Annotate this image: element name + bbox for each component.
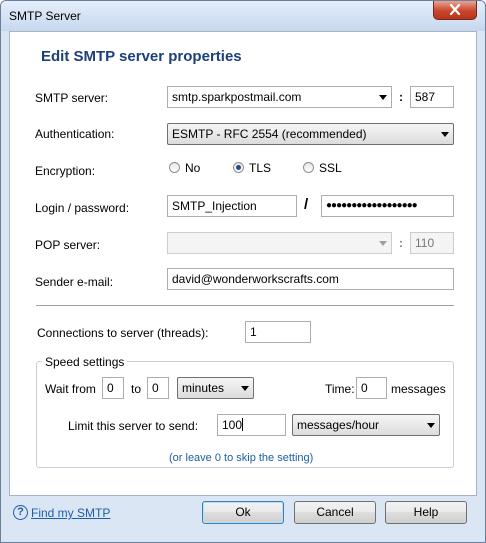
- speed-settings-title: Speed settings: [42, 355, 128, 369]
- time-label: Time:: [325, 382, 355, 396]
- authentication-value: ESMTP - RFC 2554 (recommended): [172, 127, 367, 141]
- encryption-option-no[interactable]: No: [185, 161, 200, 175]
- smtp-server-combo[interactable]: smtp.sparkpostmail.com: [167, 86, 392, 108]
- limit-value: 100: [222, 418, 243, 432]
- sender-email-input[interactable]: david@wonderworkscrafts.com: [167, 268, 454, 290]
- smtp-server-value: smtp.sparkpostmail.com: [172, 90, 302, 104]
- time-input[interactable]: 0: [356, 377, 387, 399]
- messages-label: messages: [391, 382, 446, 396]
- encryption-radio-ssl[interactable]: [303, 162, 314, 173]
- limit-input[interactable]: 100: [217, 414, 286, 436]
- title-bar[interactable]: SMTP Server: [1, 1, 485, 31]
- encryption-label: Encryption:: [35, 164, 96, 178]
- authentication-select[interactable]: ESMTP - RFC 2554 (recommended): [167, 123, 454, 145]
- chevron-down-icon[interactable]: [379, 241, 387, 246]
- chevron-down-icon[interactable]: [241, 386, 249, 391]
- help-button[interactable]: Help: [385, 501, 467, 524]
- connections-input[interactable]: 1: [245, 321, 311, 343]
- close-button[interactable]: [433, 1, 477, 20]
- limit-unit-value: messages/hour: [297, 418, 380, 432]
- ok-button[interactable]: Ok: [202, 501, 284, 524]
- encryption-option-ssl[interactable]: SSL: [319, 161, 342, 175]
- pop-server-combo[interactable]: [167, 232, 392, 254]
- find-smtp-link[interactable]: Find my SMTP: [31, 506, 110, 520]
- wait-to-input[interactable]: 0: [147, 377, 169, 399]
- password-input[interactable]: ●●●●●●●●●●●●●●●●●●: [321, 195, 454, 217]
- chevron-down-icon[interactable]: [379, 95, 387, 100]
- limit-label: Limit this server to send:: [68, 419, 199, 433]
- limit-hint: (or leave 0 to skip the setting): [169, 452, 314, 464]
- smtp-server-dialog: SMTP Server Edit SMTP server properties …: [0, 0, 486, 543]
- limit-unit-select[interactable]: messages/hour: [292, 414, 440, 436]
- sender-email-label: Sender e-mail:: [35, 275, 114, 289]
- encryption-radio-no[interactable]: [169, 162, 180, 173]
- text-cursor: [242, 418, 244, 431]
- smtp-server-label: SMTP server:: [35, 91, 109, 105]
- close-icon: [449, 4, 461, 15]
- wait-from-label: Wait from: [45, 382, 96, 396]
- chevron-down-icon[interactable]: [427, 423, 435, 428]
- wait-unit-select[interactable]: minutes: [177, 377, 254, 399]
- login-label: Login / password:: [35, 201, 130, 215]
- smtp-port-input[interactable]: 587: [410, 86, 454, 108]
- login-separator: /: [304, 196, 309, 213]
- authentication-label: Authentication:: [35, 127, 115, 141]
- pop-port-input[interactable]: 110: [410, 232, 454, 254]
- wait-from-input[interactable]: 0: [102, 377, 124, 399]
- wait-unit-value: minutes: [182, 381, 225, 395]
- encryption-radio-tls[interactable]: [233, 162, 244, 173]
- wait-to-label: to: [131, 382, 142, 396]
- chevron-down-icon[interactable]: [441, 132, 449, 137]
- cancel-button[interactable]: Cancel: [294, 501, 376, 524]
- login-input[interactable]: SMTP_Injection: [167, 195, 297, 217]
- pop-port-separator: :: [399, 236, 403, 250]
- window-title: SMTP Server: [9, 9, 81, 23]
- port-separator: :: [399, 90, 403, 104]
- encryption-option-tls[interactable]: TLS: [249, 161, 271, 175]
- help-icon[interactable]: ?: [13, 505, 28, 520]
- divider: [36, 305, 454, 306]
- connections-label: Connections to server (threads):: [37, 326, 209, 340]
- page-title: Edit SMTP server properties: [41, 48, 242, 65]
- pop-server-label: POP server:: [35, 238, 101, 252]
